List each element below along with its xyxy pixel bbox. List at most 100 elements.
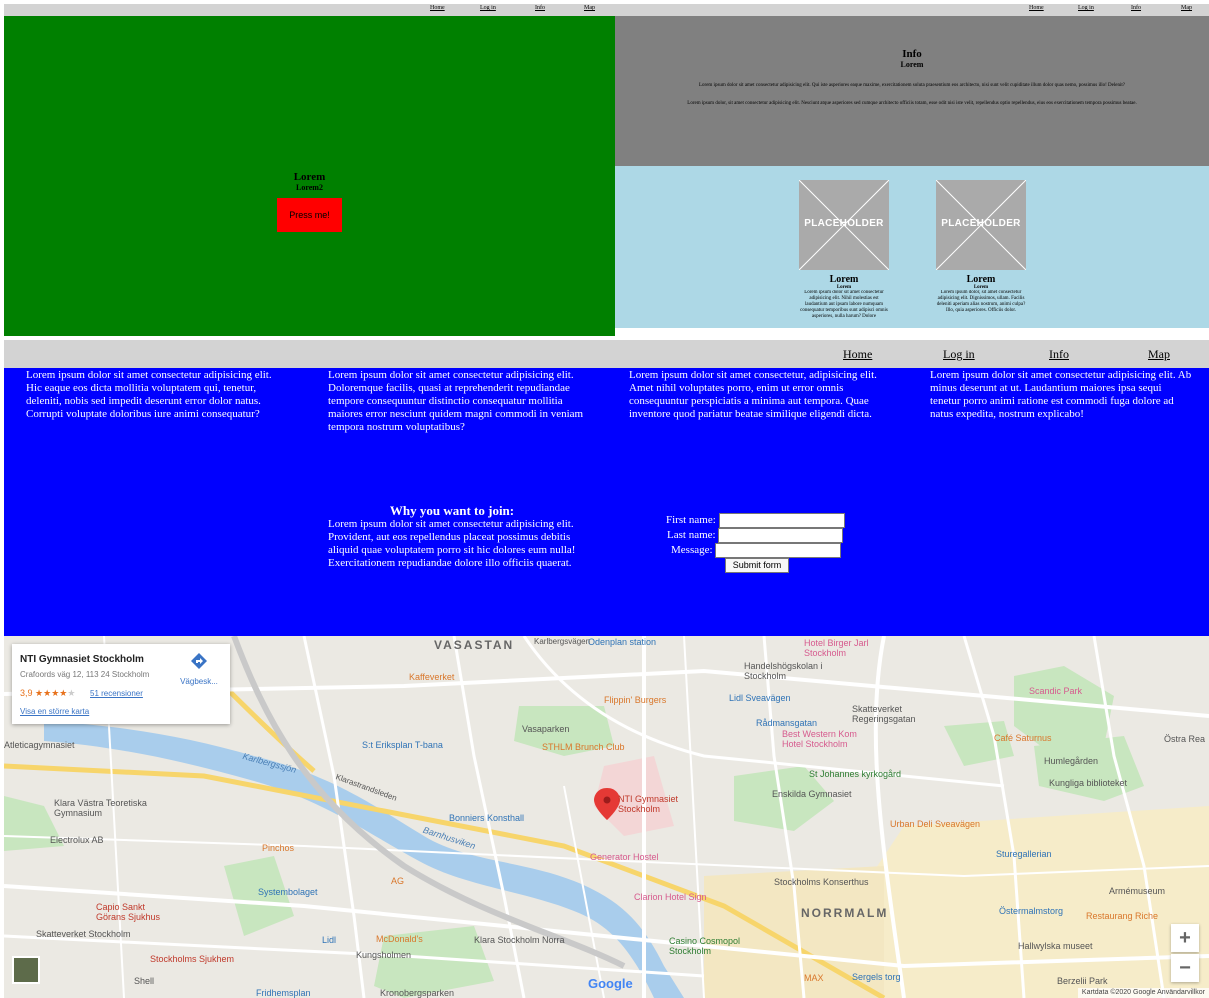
placeholder-image: PLACEHOLDER xyxy=(799,180,889,270)
map-label: Hotel Birger Jarl Stockholm xyxy=(804,638,869,658)
map-label: MAX xyxy=(804,973,824,983)
hero-section: Lorem Lorem2 Press me! xyxy=(4,16,615,336)
map-label: Clarion Hotel Sign xyxy=(634,892,707,902)
nav-info-link[interactable]: Info xyxy=(1131,5,1141,11)
map-label: Capio Sankt Görans Sjukhus xyxy=(96,902,161,922)
map-attribution[interactable]: Kartdata ©2020 Google Användarvillkor xyxy=(1077,988,1209,998)
map-label: Shell xyxy=(134,976,155,986)
map-label: Flippin' Burgers xyxy=(604,695,667,705)
map-label: Casino Cosmopol Stockholm xyxy=(669,936,741,956)
reviews-link[interactable]: 51 recensioner xyxy=(90,689,143,698)
info-title: Info xyxy=(902,48,922,60)
map-label: Hallwylska museet xyxy=(1018,941,1093,951)
nav-info-link[interactable]: Info xyxy=(1049,347,1069,362)
nav-login-link[interactable]: Log in xyxy=(943,347,975,362)
map-label: VASASTAN xyxy=(434,638,515,652)
message-label: Message: xyxy=(671,544,713,557)
map-label: Systembolaget xyxy=(258,887,318,897)
map-label: Karlbergsvägen xyxy=(534,637,591,646)
map-label: Restaurang Riche xyxy=(1086,911,1159,921)
nav-login-link[interactable]: Log in xyxy=(1078,5,1094,11)
map-label: Urban Deli Sveavägen xyxy=(890,819,981,829)
join-block: Why you want to join: Lorem ipsum dolor … xyxy=(328,504,576,570)
place-rating: 3,9 ★★★★★ xyxy=(20,688,75,699)
submit-form-button[interactable]: Submit form xyxy=(725,558,789,573)
directions-arrow-icon xyxy=(191,653,207,669)
place-info-card: NTI Gymnasiet Stockholm Crafoords väg 12… xyxy=(12,644,230,724)
hero-subtitle: Lorem2 xyxy=(296,183,323,192)
map-label: St Johannes kyrkogård xyxy=(809,769,902,779)
card-title: Lorem xyxy=(966,274,996,285)
card-text: Lorem ipsum dolor, sit amet consectetur … xyxy=(936,290,1026,313)
hero-title: Lorem xyxy=(293,171,326,183)
map-label: NORRMALM xyxy=(801,906,889,920)
info-section: Info Lorem Lorem ipsum dolor sit amet co… xyxy=(615,16,1209,166)
map-label: Kronobergsparken xyxy=(380,988,455,998)
embedded-map[interactable]: VASASTAN NORRMALM Odenplan station Karlb… xyxy=(4,636,1209,998)
map-label: Rådmansgatan xyxy=(756,718,818,728)
zoom-in-button[interactable]: + xyxy=(1171,924,1199,952)
card: PLACEHOLDER Lorem Lorem Lorem ipsum dolo… xyxy=(936,180,1026,320)
map-label: Östra Rea xyxy=(1164,734,1206,744)
first-name-label: First name: xyxy=(666,514,716,527)
join-text: Lorem ipsum dolor sit amet consectetur a… xyxy=(328,518,576,569)
map-label: Sturegallerian xyxy=(996,849,1052,859)
map-label: Östermalmstorg xyxy=(999,906,1064,916)
text-column: Lorem ipsum dolor sit amet consectetur a… xyxy=(26,369,272,420)
text-column: Lorem ipsum dolor sit amet consectetur, … xyxy=(629,369,877,420)
map-label: Café Saturnus xyxy=(994,733,1052,743)
card-text: Lorem ipsum dolor sit amet consectetur a… xyxy=(800,290,888,319)
text-column: Lorem ipsum dolor sit amet consectetur a… xyxy=(930,369,1192,420)
content-section: Lorem ipsum dolor sit amet consectetur a… xyxy=(4,368,1209,636)
map-label: Pinchos xyxy=(262,843,295,853)
map-label: STHLM Brunch Club xyxy=(542,742,625,752)
larger-map-link[interactable]: Visa en större karta xyxy=(20,707,89,716)
map-label: Kungsholmen xyxy=(356,950,412,960)
nav-map-link[interactable]: Map xyxy=(584,5,595,11)
message-input[interactable] xyxy=(715,543,842,558)
map-label: Armémuseum xyxy=(1109,886,1166,896)
map-label: Kaffeverket xyxy=(409,672,455,682)
nav-map-link[interactable]: Map xyxy=(1148,347,1170,362)
nav-info-link[interactable]: Info xyxy=(535,5,545,11)
info-subtitle: Lorem xyxy=(900,60,924,69)
last-name-label: Last name: xyxy=(667,529,716,542)
map-label: Klara Västra Teoretiska Gymnasium xyxy=(54,798,147,818)
top-nav-left: Home Log in Info Map xyxy=(4,4,615,16)
map-label: Lidl xyxy=(322,935,337,945)
nav-home-link[interactable]: Home xyxy=(843,347,872,362)
map-label: Scandic Park xyxy=(1029,686,1083,696)
map-label: Fridhemsplan xyxy=(256,988,311,998)
join-title: Why you want to join: xyxy=(389,503,515,518)
cards-section: PLACEHOLDER Lorem Lorem Lorem ipsum dolo… xyxy=(615,166,1209,328)
place-name: NTI Gymnasiet Stockholm xyxy=(20,654,144,665)
press-me-button[interactable]: Press me! xyxy=(277,198,342,232)
top-nav-right: Home Log in Info Map xyxy=(615,4,1209,16)
nav-login-link[interactable]: Log in xyxy=(480,5,496,11)
map-label: Odenplan station xyxy=(588,637,657,647)
map-label: Vasaparken xyxy=(522,724,570,734)
placeholder-image: PLACEHOLDER xyxy=(936,180,1026,270)
last-name-input[interactable] xyxy=(718,528,844,543)
map-label: Kungliga biblioteket xyxy=(1049,778,1128,788)
map-label: Berzelii Park xyxy=(1057,976,1108,986)
message-row: Message: xyxy=(671,543,842,558)
map-label: Bonniers Konsthall xyxy=(449,813,525,823)
map-label: AG xyxy=(391,876,405,886)
nav-home-link[interactable]: Home xyxy=(430,5,445,11)
nav-home-link[interactable]: Home xyxy=(1029,5,1044,11)
directions-button[interactable]: Vägbesk... xyxy=(177,652,221,686)
map-label: Skatteverket Stockholm xyxy=(36,929,131,939)
directions-label: Vägbesk... xyxy=(180,677,218,686)
map-label: Generator Hostel xyxy=(590,852,659,862)
satellite-toggle[interactable] xyxy=(12,956,40,984)
map-label: Stockholms Konserthus xyxy=(774,877,869,887)
place-address: Crafoords väg 12, 113 24 Stockholm xyxy=(20,670,150,679)
map-label: Stockholms Sjukhem xyxy=(150,954,235,964)
map-label: Atleticagymnasiet xyxy=(4,740,75,750)
first-name-input[interactable] xyxy=(718,513,845,528)
map-label: Sergels torg xyxy=(852,972,901,982)
zoom-out-button[interactable]: − xyxy=(1171,954,1199,982)
placeholder-label: PLACEHOLDER xyxy=(941,218,1021,229)
nav-map-link[interactable]: Map xyxy=(1181,5,1192,11)
